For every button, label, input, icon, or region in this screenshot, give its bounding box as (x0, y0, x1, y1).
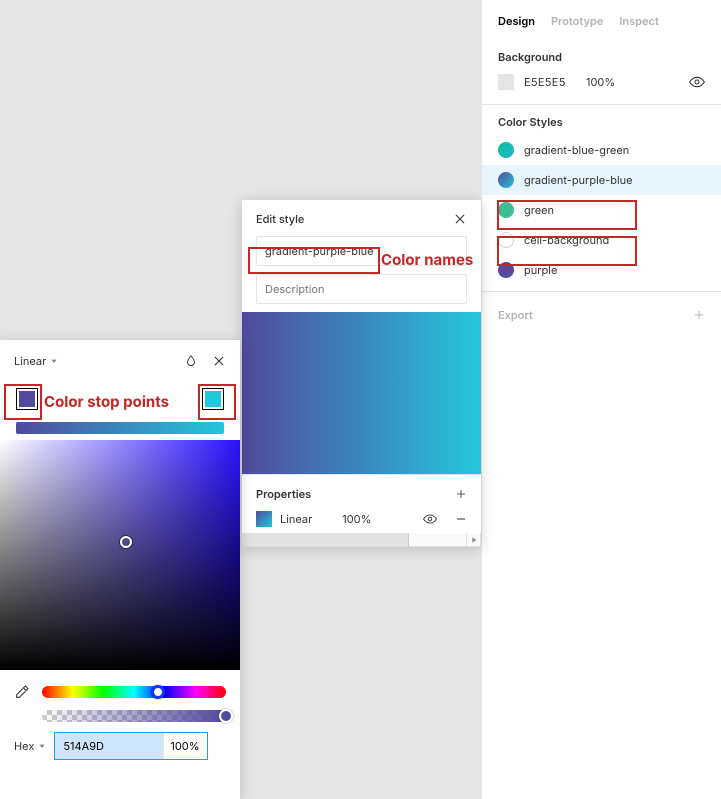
color-style-row[interactable]: purple (482, 255, 721, 285)
alpha-slider[interactable] (42, 710, 226, 722)
alpha-handle[interactable] (219, 709, 233, 723)
plus-icon[interactable] (455, 488, 467, 500)
blend-mode-icon[interactable] (184, 354, 198, 368)
close-icon[interactable] (453, 212, 467, 226)
export-section[interactable]: Export (482, 292, 721, 338)
background-section: Background E5E5E5 100% (482, 40, 721, 105)
style-description-input[interactable] (256, 274, 467, 304)
picker-sliders (0, 670, 240, 722)
opacity-input[interactable] (163, 733, 207, 759)
style-name-input[interactable] (256, 236, 467, 266)
scrollbar-thumb[interactable] (243, 533, 409, 546)
export-title: Export (498, 308, 533, 322)
plus-icon[interactable] (693, 309, 705, 321)
color-style-swatch (498, 172, 514, 188)
color-style-label: cell-background (524, 233, 609, 247)
properties-section: Properties Linear 100% (242, 474, 481, 533)
color-style-swatch (498, 202, 514, 218)
color-mode-selector[interactable]: Hex (14, 739, 46, 753)
edit-style-dialog: Edit style Properties Linear 100% (242, 200, 481, 547)
color-mode-label: Hex (14, 739, 34, 753)
hue-handle[interactable] (151, 685, 165, 699)
visibility-toggle-icon[interactable] (689, 74, 705, 90)
tab-inspect[interactable]: Inspect (619, 14, 658, 28)
inspector-tabs: Design Prototype Inspect (482, 0, 721, 40)
color-style-row[interactable]: green (482, 195, 721, 225)
chevron-down-icon (38, 742, 46, 750)
gradient-swatch[interactable] (256, 511, 272, 527)
visibility-toggle-icon[interactable] (423, 512, 437, 526)
edit-style-body (242, 236, 481, 304)
color-style-swatch (498, 262, 514, 278)
background-hex[interactable]: E5E5E5 (524, 75, 572, 89)
hex-row: Hex (0, 732, 240, 774)
tab-design[interactable]: Design (498, 14, 535, 28)
sv-cursor[interactable] (120, 536, 132, 548)
fill-property-row[interactable]: Linear 100% (256, 511, 467, 527)
minus-icon[interactable] (455, 513, 467, 525)
fill-opacity[interactable]: 100% (342, 512, 371, 526)
color-style-label: green (524, 203, 554, 217)
color-style-row[interactable]: gradient-purple-blue (482, 165, 721, 195)
edit-style-header: Edit style (242, 200, 481, 236)
gradient-stop[interactable] (16, 388, 38, 410)
picker-header: Linear (0, 340, 240, 378)
fill-type-label: Linear (14, 354, 46, 368)
hex-input-group (54, 732, 208, 760)
color-styles-title: Color Styles (482, 115, 721, 135)
color-style-swatch (498, 142, 514, 158)
edit-style-title: Edit style (256, 212, 304, 226)
color-picker-panel: Linear (0, 340, 240, 799)
horizontal-scrollbar[interactable] (242, 533, 481, 547)
chevron-down-icon (50, 357, 58, 365)
background-swatch[interactable] (498, 74, 514, 90)
color-style-row[interactable]: gradient-blue-green (482, 135, 721, 165)
properties-title: Properties (256, 487, 311, 501)
tab-prototype[interactable]: Prototype (551, 14, 603, 28)
color-style-row[interactable]: cell-background (482, 225, 721, 255)
background-opacity[interactable]: 100% (586, 75, 626, 89)
hue-slider[interactable] (42, 686, 226, 698)
eyedropper-icon[interactable] (14, 684, 30, 700)
inspector-panel: Design Prototype Inspect Background E5E5… (481, 0, 721, 799)
background-title: Background (498, 50, 705, 64)
saturation-value-field[interactable] (0, 440, 240, 670)
close-icon[interactable] (212, 354, 226, 368)
fill-type-selector[interactable]: Linear (14, 354, 58, 368)
hex-input[interactable] (55, 733, 163, 759)
color-styles-section: Color Styles gradient-blue-green gradien… (482, 105, 721, 292)
gradient-stop[interactable] (202, 388, 224, 410)
fill-type-label: Linear (280, 512, 312, 526)
scrollbar-right-arrow-icon[interactable] (466, 533, 480, 546)
color-style-label: gradient-blue-green (524, 143, 629, 157)
gradient-preview-bar[interactable] (16, 422, 224, 434)
color-style-label: gradient-purple-blue (524, 173, 633, 187)
background-row[interactable]: E5E5E5 100% (498, 74, 705, 90)
color-style-label: purple (524, 263, 557, 277)
color-style-swatch (498, 232, 514, 248)
style-gradient-preview (242, 312, 481, 474)
gradient-stops-row (0, 378, 240, 420)
